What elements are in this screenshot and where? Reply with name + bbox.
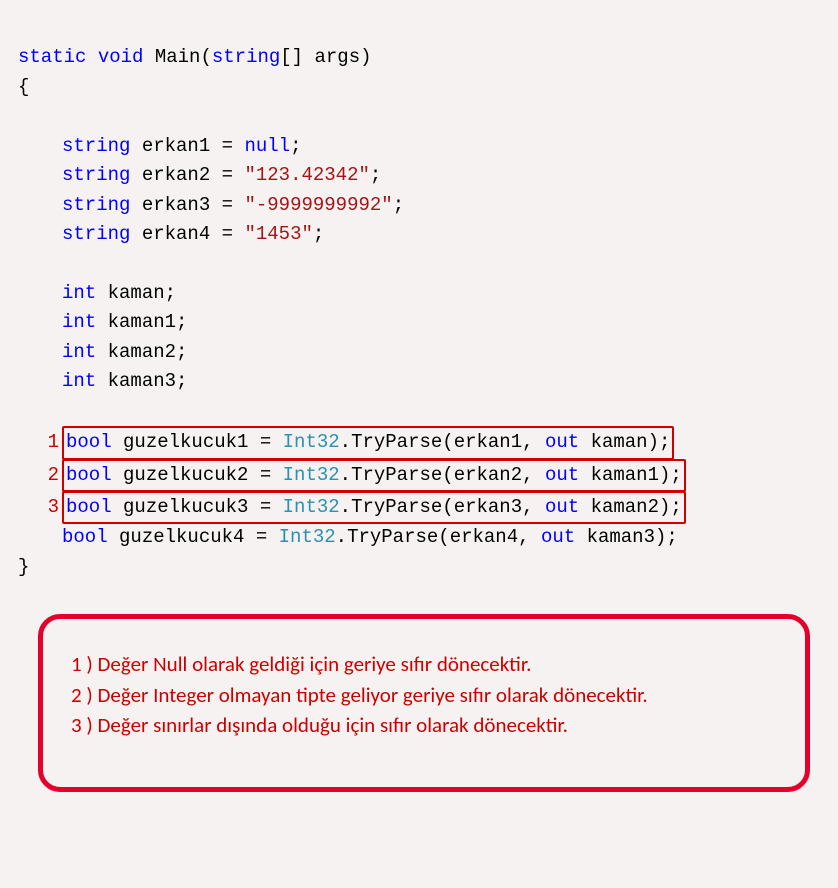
note-line-1: 1 ) Değer Null olarak geldiği için geriy… (71, 649, 791, 679)
explanation-callout: 1 ) Değer Null olarak geldiği için geriy… (38, 614, 810, 791)
row-number-1: 1 (45, 428, 59, 457)
note-line-3: 3 ) Değer sınırlar dışında olduğu için s… (71, 710, 791, 740)
decl-kaman: int kaman; (62, 282, 176, 304)
row-number-3: 3 (45, 493, 59, 522)
parse-line-4: bool guzelkucuk4 = Int32.TryParse(erkan4… (62, 526, 678, 548)
highlight-box-3: bool guzelkucuk3 = Int32.TryParse(erkan3… (62, 491, 686, 524)
brace-close: } (18, 556, 29, 578)
method-signature: static void Main(string[] args) (18, 46, 372, 68)
decl-erkan4: string erkan4 = "1453"; (62, 223, 324, 245)
decl-erkan1: string erkan1 = null; (62, 135, 301, 157)
decl-erkan3: string erkan3 = "-9999999992"; (62, 194, 404, 216)
highlight-box-2: bool guzelkucuk2 = Int32.TryParse(erkan2… (62, 459, 686, 492)
row-number-2: 2 (45, 461, 59, 490)
decl-erkan2: string erkan2 = "123.42342"; (62, 164, 381, 186)
highlight-box-1: bool guzelkucuk1 = Int32.TryParse(erkan1… (62, 426, 674, 459)
decl-kaman1: int kaman1; (62, 311, 187, 333)
note-line-2: 2 ) Değer Integer olmayan tipte geliyor … (71, 680, 791, 710)
code-block: static void Main(string[] args) { string… (0, 0, 838, 588)
decl-kaman2: int kaman2; (62, 341, 187, 363)
decl-kaman3: int kaman3; (62, 370, 187, 392)
brace-open: { (18, 76, 29, 98)
